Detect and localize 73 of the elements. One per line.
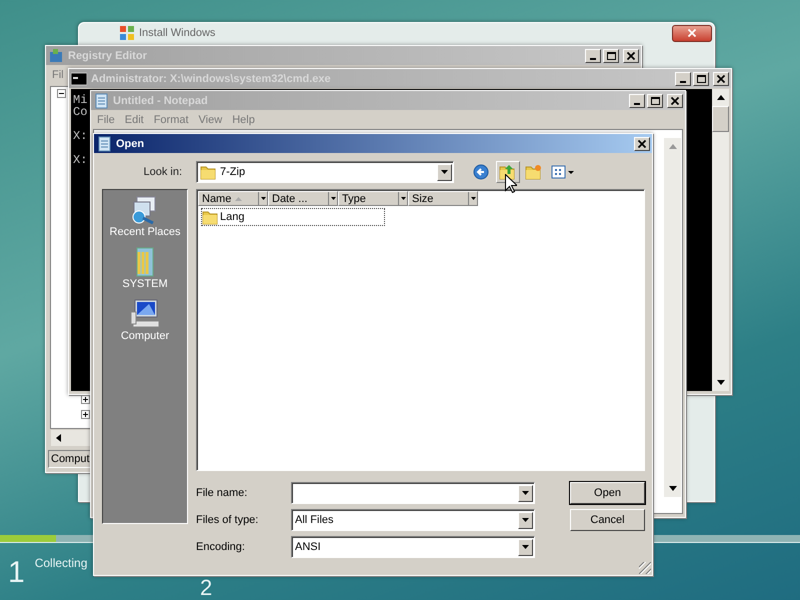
dropdown-arrow-icon [522, 518, 529, 522]
look-in-label: Look in: [142, 166, 183, 178]
scroll-left-icon [55, 434, 61, 442]
scroll-up-icon [668, 144, 676, 149]
view-grid-icon [551, 164, 575, 180]
close-icon [716, 74, 726, 84]
notepad-icon [96, 136, 112, 152]
dropdown-arrow-icon [522, 491, 529, 495]
step-label: Collecting [34, 556, 88, 570]
expand-button[interactable] [81, 395, 90, 404]
column-header[interactable]: Type [338, 191, 408, 206]
places-item[interactable]: Recent Places [110, 194, 180, 238]
dropdown-arrow-icon [441, 170, 448, 174]
places-item[interactable]: Computer [120, 298, 170, 342]
caret-icon [470, 197, 476, 200]
close-icon [626, 50, 636, 60]
close-button[interactable] [672, 24, 712, 42]
column-filter-button[interactable] [258, 192, 267, 205]
caret-icon [400, 197, 406, 200]
new-folder-icon [525, 164, 543, 180]
minimize-icon [680, 80, 686, 82]
dropdown-field[interactable] [291, 482, 535, 504]
field-label: Encoding: [196, 541, 246, 553]
scroll-down-icon [668, 486, 676, 491]
minus-box-icon [57, 89, 66, 98]
resize-grip[interactable] [639, 562, 651, 574]
places-item[interactable]: SYSTEM [122, 246, 168, 290]
dropdown-arrow-icon [522, 545, 529, 549]
console-line: Co [73, 106, 88, 118]
console-icon [71, 70, 87, 86]
column-filter-button[interactable] [328, 192, 337, 205]
step-number: 2 [200, 576, 212, 600]
field-label: File name: [196, 487, 248, 499]
folder-name: Lang [220, 211, 244, 223]
up-folder-icon [499, 164, 517, 180]
window-title: Install Windows [139, 27, 216, 39]
console-prompt: X: [73, 130, 88, 142]
close-icon [687, 28, 697, 38]
minimize-icon [590, 58, 596, 60]
caret-icon [260, 197, 266, 200]
column-header[interactable]: Date ... [268, 191, 338, 206]
column-filter-button[interactable] [398, 192, 407, 205]
scroll-down-icon [716, 380, 724, 385]
scroll-up-icon [716, 95, 724, 100]
scroll-thumb[interactable] [712, 106, 729, 132]
step-number: 1 [8, 556, 25, 590]
computer-icon [128, 298, 161, 330]
dropdown-field[interactable]: All Files [291, 509, 535, 531]
caret-icon [330, 197, 336, 200]
column-header[interactable]: Size [408, 191, 478, 206]
close-icon [670, 96, 680, 106]
windows-flag-icon [119, 25, 135, 41]
window-title: Open [116, 138, 146, 150]
dropdown-field[interactable]: ANSI [291, 536, 535, 558]
notepad-icon [93, 92, 109, 108]
column-filter-button[interactable] [468, 192, 477, 205]
console-prompt: X: [73, 154, 88, 166]
dialog-button[interactable]: Open [570, 482, 645, 504]
collapse-button[interactable] [57, 89, 66, 98]
maximize-icon [606, 50, 616, 60]
close-icon [637, 138, 647, 148]
vertical-scrollbar[interactable] [664, 138, 681, 497]
field-label: Files of type: [196, 514, 260, 526]
maximize-icon [696, 74, 706, 84]
console-line: Mi [73, 94, 88, 106]
folder-list-entry[interactable]: Lang [201, 208, 385, 226]
maximize-icon [650, 96, 660, 106]
vertical-scrollbar[interactable] [712, 89, 729, 391]
column-header[interactable]: Name [198, 191, 268, 206]
expand-button[interactable] [81, 410, 90, 419]
dialog-button[interactable]: Cancel [570, 509, 645, 531]
look-in-dropdown[interactable]: 7-Zip [196, 161, 454, 183]
minimize-icon [634, 102, 640, 104]
